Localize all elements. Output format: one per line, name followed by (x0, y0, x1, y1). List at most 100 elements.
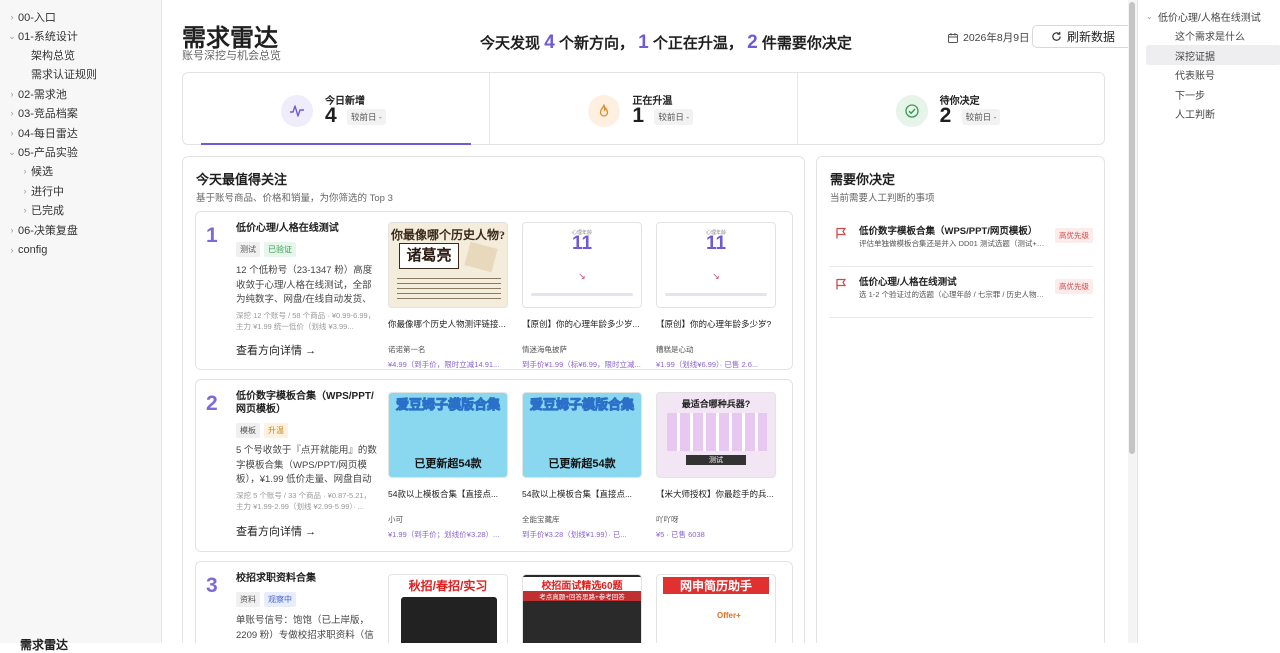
outline-label: 下一步 (1175, 90, 1205, 102)
stat-pending-decision[interactable]: 待你决定 2 较前日 - (798, 73, 1104, 144)
sidebar-item-decision-review[interactable]: › 06-决策复盘 (0, 220, 78, 240)
priority-badge: 高优先级 (1055, 279, 1093, 294)
stat-rising[interactable]: 正在升温 1 较前日 - (490, 73, 798, 144)
outline-item-root[interactable]: ⌄ 低价心理/人格在线测试 (1146, 6, 1274, 26)
chevron-right-icon: › (10, 108, 14, 118)
stat-compare: 较前日 - (654, 109, 694, 125)
product-item[interactable]: 校招面试精选60题 考点真题+回答思路+参考回答 (522, 574, 642, 643)
product-item[interactable]: 你最像哪个历史人物? 诸葛亮 你最像哪个历史人物测评链接... 诺诺第一名 ¥4… (388, 222, 508, 369)
decor-arrow: ↘ (712, 271, 720, 281)
outline-label: 代表账号 (1175, 70, 1215, 82)
outline-item[interactable]: 代表账号 (1146, 64, 1274, 84)
sidebar-item-label: config (18, 244, 48, 256)
product-image: 你最像哪个历史人物? 诸葛亮 (388, 222, 508, 308)
status-badge: 观察中 (264, 592, 296, 607)
sidebar-item-competitors[interactable]: › 03-竞品档案 (0, 103, 78, 123)
outline-label: 低价心理/人格在线测试 (1158, 12, 1261, 24)
sidebar-item-in-progress[interactable]: › 进行中 (0, 181, 65, 201)
outline-item[interactable]: 下一步 (1146, 84, 1274, 104)
decision-item[interactable]: 低价数字模板合集（WPS/PPT/网页模板） 评估单独做模板合集还是并入 DD0… (829, 223, 1093, 267)
product-item[interactable]: 爱豆姆子模版合集 已更新超54款 54款以上模板合集【直接点... 全能宝藏库 … (522, 392, 642, 540)
sidebar-item-demand-pool[interactable]: › 02-需求池 (0, 84, 67, 104)
card-description: 12 个低粉号（23-1347 粉）高度收敛于心理/人格在线测试，全部为纯数字、… (236, 265, 373, 305)
shop-name: 诺诺第一名 (388, 345, 426, 354)
product-item[interactable]: 秋招/春招/实习 (388, 574, 508, 643)
product-image-title: 校招面试精选60题 (523, 577, 641, 592)
shop-name: 吖吖呀 (656, 515, 679, 524)
opportunity-card[interactable]: 3 校招求职资料合集 资料 观察中 单账号信号：饱饱（已上岸版，2209 粉）专… (195, 561, 793, 643)
card-title: 低价心理/人格在线测试 (236, 223, 339, 234)
product-item[interactable]: 最适合哪种兵器? 测试 【米大师授权】你最趁手的兵... 吖吖呀 ¥5 · 已售… (656, 392, 776, 540)
link-label: 查看方向详情 (236, 345, 302, 357)
sidebar-item-entry[interactable]: › 00-入口 (0, 7, 56, 27)
sidebar-item-label: 进行中 (31, 186, 64, 198)
outline-item-active[interactable]: 深挖证据 (1146, 45, 1280, 65)
sidebar-item-config[interactable]: › config (0, 240, 48, 260)
outline-item[interactable]: 这个需求是什么 (1146, 25, 1274, 45)
flag-icon (836, 278, 847, 290)
refresh-icon (1052, 31, 1061, 41)
summary-text: 件需要你决定 (761, 35, 852, 52)
opportunity-card[interactable]: 2 低价数字模板合集（WPS/PPT/网页模板） 模板 升温 5 个号收敛于『点… (195, 379, 793, 552)
sidebar-item-candidates[interactable]: › 候选 (0, 161, 54, 181)
product-image-title: 最适合哪种兵器? (681, 399, 751, 409)
rank-number: 1 (206, 224, 218, 247)
product-image-title: 网申简历助手 (663, 577, 769, 594)
product-item[interactable]: 爱豆姆子模版合集 已更新超54款 54款以上模板合集【直接点... 小可 ¥1.… (388, 392, 508, 540)
decision-description: 评估单独做模板合集还是并入 DD01 测试选题（测试+模... (859, 239, 1047, 248)
opportunity-card[interactable]: 1 低价心理/人格在线测试 测试 已验证 12 个低粉号（23-1347 粉）高… (195, 211, 793, 370)
decisions-panel: 需要你决定 当前需要人工判断的事项 低价数字模板合集（WPS/PPT/网页模板）… (816, 156, 1105, 643)
calendar-icon (948, 32, 958, 43)
product-image-title: 爱豆姆子模版合集 (529, 397, 634, 413)
decision-item[interactable]: 低价心理/人格在线测试 选 1-2 个验证过的选题（心理年龄 / 七宗罪 / 历… (829, 274, 1093, 318)
product-item[interactable]: 网申简历助手 Offer+ (656, 574, 776, 643)
stat-compare: 较前日 - (961, 109, 1001, 125)
view-details-link[interactable]: 查看方向详情 → (236, 523, 316, 539)
product-image-subtitle: 考点真题+回答思路+参考回答 (523, 591, 641, 601)
shop-name: 全能宝藏库 (522, 515, 560, 524)
sidebar-item-experiments[interactable]: ⌄ 05-产品实验 (0, 142, 78, 162)
view-details-link[interactable]: 查看方向详情 → (236, 342, 316, 358)
shop-name: 小可 (388, 515, 403, 524)
tag-list: 测试 已验证 (236, 242, 296, 257)
product-image-subtitle: 已更新超54款 (414, 458, 482, 470)
refresh-button[interactable]: 刷新数据 (1032, 25, 1128, 48)
priority-badge: 高优先级 (1055, 228, 1093, 243)
refresh-label: 刷新数据 (1066, 30, 1115, 44)
product-image-subtitle: 已更新超54款 (548, 458, 616, 470)
summary-text: 个新方向， (558, 35, 634, 52)
link-label: 查看方向详情 (236, 526, 302, 538)
arrow-right-icon: → (305, 526, 317, 538)
date-text: 2026年8月9日 (963, 32, 1030, 44)
product-item[interactable]: 心理年龄 11 ↘ 【原创】你的心理年龄多少岁? 糟糕是心动 ¥1.99（划线¥… (656, 222, 776, 369)
daily-summary: 今天发现 4 个新方向， 1 个正在升温， 2 件需要你决定 (480, 32, 852, 54)
card-title: 校招求职资料合集 (236, 573, 316, 584)
product-image: 心理年龄 11 ↘ (656, 222, 776, 308)
sidebar-item-system-design[interactable]: ⌄ 01-系统设计 (0, 26, 78, 46)
scrollbar-thumb[interactable] (1129, 2, 1135, 454)
sidebar-item-rules[interactable]: 需求认证规则 (0, 64, 97, 84)
stat-new-today[interactable]: 今日新增 4 较前日 - (183, 73, 491, 145)
sidebar-item-architecture[interactable]: 架构总览 (0, 45, 75, 65)
decor-bar (531, 293, 633, 296)
sidebar-item-done[interactable]: › 已完成 (0, 200, 65, 220)
product-image-title: 爱豆姆子模版合集 (395, 397, 500, 413)
check-circle-icon (895, 95, 928, 127)
decision-description: 选 1-2 个验证过的选题（心理年龄 / 七宗罪 / 历史人物测... (859, 290, 1047, 299)
stat-value: 1 (632, 104, 645, 127)
product-price: 到手价¥3.28（划线¥1.99）· 已... (522, 530, 627, 539)
sidebar-item-label: 需求认证规则 (31, 69, 97, 81)
sidebar-item-label: 01-系统设计 (18, 31, 78, 43)
card-meta: 深挖 12 个账号 / 58 个商品 · ¥0.99-6.99，主力 ¥1.99… (236, 311, 376, 331)
product-name: 你最像哪个历史人物测评链接... (388, 319, 506, 329)
product-image-subtitle: 诸葛亮 (399, 243, 459, 269)
sidebar-item-label: 04-每日雷达 (18, 128, 78, 140)
main-scrollbar[interactable] (1128, 0, 1137, 643)
section-subtitle: 基于账号商品、价格和销量，为你筛选的 Top 3 (196, 193, 393, 204)
outline-item[interactable]: 人工判断 (1146, 103, 1274, 123)
sidebar-item-daily-radar[interactable]: › 04-每日雷达 (0, 123, 78, 143)
status-badge: 升温 (264, 423, 288, 438)
product-image: 校招面试精选60题 考点真题+回答思路+参考回答 (522, 574, 642, 643)
product-item[interactable]: 心理年龄 11 ↘ 【原创】你的心理年龄多少岁... 情迷海龟披萨 到手价¥1.… (522, 222, 642, 369)
outline-label: 人工判断 (1175, 109, 1215, 121)
